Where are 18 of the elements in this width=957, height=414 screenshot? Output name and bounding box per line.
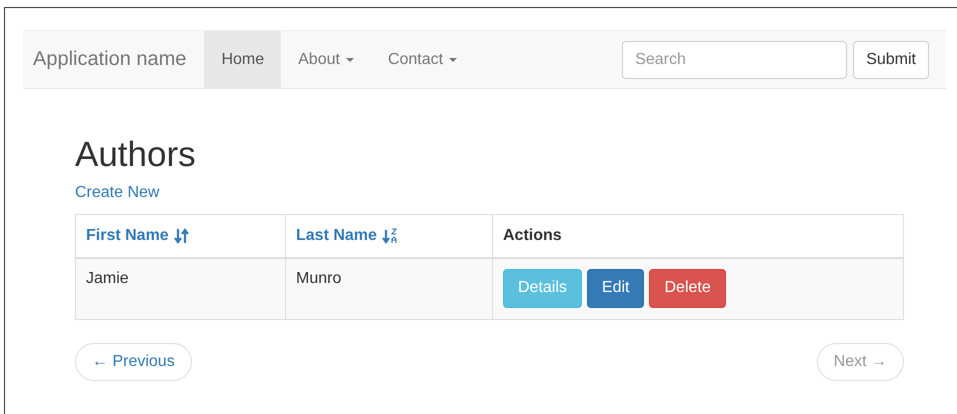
column-header: Actions (503, 226, 562, 244)
brand-name[interactable]: Application name (23, 31, 204, 88)
search-field[interactable]: Search (622, 40, 848, 78)
action-button[interactable]: Delete (649, 268, 726, 308)
submit-button[interactable]: Submit (853, 40, 929, 78)
nav-link[interactable]: Home (204, 31, 282, 88)
previous-page-button[interactable]: ← Previous (75, 342, 192, 380)
sort-alpha-icon (382, 228, 397, 244)
caret-icon (346, 58, 354, 62)
nav-link[interactable]: Contact (370, 31, 474, 88)
nav-link[interactable]: About (281, 31, 371, 88)
action-button[interactable]: Edit (586, 268, 644, 308)
create-new-link[interactable]: Create New (75, 184, 160, 202)
table-cell: Munro (296, 270, 342, 286)
caret-icon (449, 58, 458, 62)
table-cell: Jamie (86, 270, 129, 286)
sort-icon (174, 228, 189, 244)
page-title: Authors (75, 134, 197, 176)
